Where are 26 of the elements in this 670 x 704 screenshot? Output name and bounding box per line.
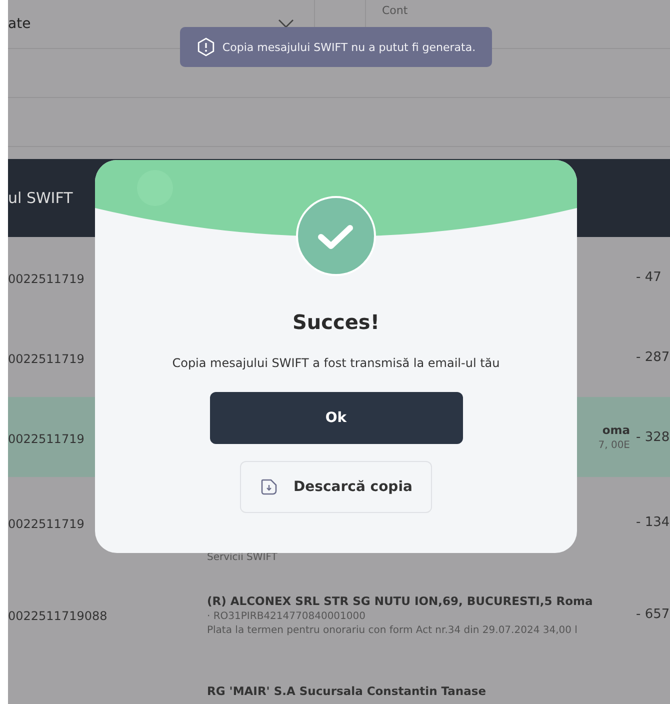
file-download-icon	[260, 478, 278, 496]
table-cell: 0022511719088	[8, 609, 108, 623]
chevron-down-icon[interactable]	[278, 19, 294, 29]
select-value: ate	[8, 16, 31, 32]
column-header: ul SWIFT	[8, 189, 73, 207]
payee-name: RG 'MAIR' S.A Sucursala Constantin Tanase	[207, 684, 486, 698]
ok-button[interactable]: Ok	[210, 392, 462, 444]
iban-text: · RO31PIRB4214770840001000	[207, 610, 366, 622]
amount-cell: - 328	[636, 430, 670, 444]
payment-detail: Plata la termen pentru onorariu con form Act nr.34 din 29.07.2024 34,00 l	[207, 624, 578, 636]
payment-detail: 7, 00E	[598, 440, 630, 451]
amount-cell: - 134	[636, 514, 670, 530]
download-button[interactable]: Descarcă copia	[240, 461, 432, 513]
amount-cell: - 47	[636, 270, 662, 284]
table-row[interactable]: RG 'MAIR' S.A Sucursala Constantin Tanase	[8, 662, 670, 704]
payee-name: oma	[602, 423, 630, 437]
table-cell: 0022511719	[8, 272, 84, 286]
amount-cell: - 657	[636, 607, 670, 622]
payee-name: (R) ALCONEX SRL STR SG NUTU ION,69, BUCURESTI,5 Roma	[207, 594, 593, 608]
payment-detail: Servicii SWIFT	[207, 552, 278, 563]
table-cell: 0022511719	[8, 432, 84, 446]
table-row[interactable]: 0022511719088 (R) ALCONEX SRL STR SG NUTU ION,69, BUCURESTI,5 Roma · RO31PIRB4214770840001000 Plata la termen pentru onorariu con form Act nr.34 din 29.07.2024 34,00 l - 657	[8, 567, 670, 662]
dialog-title: Succes!	[292, 310, 380, 334]
table-cell: 0022511719	[8, 516, 84, 530]
dialog-message: Copia mesajului SWIFT a fost transmisă la email-ul tău	[172, 356, 500, 370]
warning-icon	[196, 37, 216, 57]
